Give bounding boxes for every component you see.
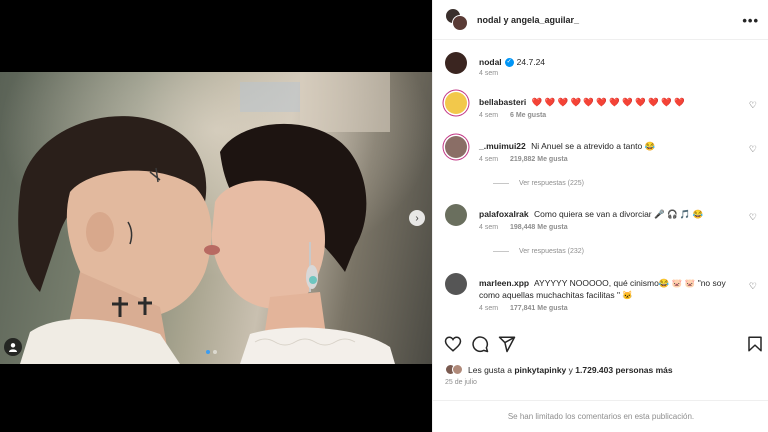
post-authors[interactable]: nodal y angela_aguilar_ — [477, 15, 579, 25]
comment-username[interactable]: palafoxalrak — [479, 209, 529, 219]
bookmark-icon[interactable] — [746, 335, 764, 353]
collab-avatars[interactable] — [445, 7, 469, 32]
avatar[interactable] — [445, 92, 467, 114]
carousel-dot — [213, 350, 217, 354]
likes-others[interactable]: 1.729.403 personas más — [575, 365, 672, 375]
caption: nodal ✓ 24.7.24 4 sem — [445, 52, 763, 82]
comment-icon[interactable] — [471, 335, 489, 353]
more-options-icon[interactable]: ••• — [742, 13, 759, 28]
verified-badge-icon: ✓ — [504, 58, 514, 68]
avatar[interactable] — [445, 273, 467, 295]
comment: marleen.xpp AYYYYY NOOOOO, qué cinismo😂 … — [445, 273, 763, 321]
view-replies-label[interactable]: Ver respuestas (225) — [519, 180, 584, 187]
replies-line — [493, 251, 509, 252]
caption-username[interactable]: nodal — [479, 57, 502, 67]
comments-list[interactable]: nodal ✓ 24.7.24 4 sem bellabasteri ❤️ ❤️ ❤… — [433, 40, 768, 340]
comment-time: 4 sem — [479, 156, 499, 163]
post-date[interactable]: 25 de julio — [445, 379, 477, 386]
post-header: nodal y angela_aguilar_ ••• — [433, 0, 768, 40]
avatar[interactable] — [445, 136, 467, 158]
comment-text: Como quiera se van a divorciar 🎤 🎧 🎵 😂 — [534, 209, 704, 219]
view-replies-label[interactable]: Ver respuestas (232) — [519, 248, 584, 255]
post-sidebar: nodal y angela_aguilar_ ••• nodal ✓ 24.7.2… — [432, 0, 768, 432]
user-icon — [9, 343, 17, 352]
comment-username[interactable]: marleen.xpp — [479, 278, 529, 288]
replies-line — [493, 183, 509, 184]
comment-time: 4 sem — [479, 224, 499, 231]
like-comment-heart-icon[interactable]: ♡ — [749, 144, 757, 155]
avatar[interactable] — [445, 52, 467, 74]
avatar[interactable] — [445, 204, 467, 226]
comment-text: ❤️ ❤️ ❤️ ❤️ ❤️ ❤️ ❤️ ❤️ ❤️ ❤️ ❤️ ❤️ — [531, 97, 685, 107]
avatar — [452, 364, 463, 375]
like-comment-heart-icon[interactable]: ♡ — [749, 100, 757, 111]
heart-icon[interactable] — [444, 335, 462, 353]
likes-connector: y — [568, 364, 573, 375]
comment: palafoxalrak Como quiera se van a divorc… — [445, 204, 763, 258]
view-replies-button[interactable]: Ver respuestas (225) — [493, 180, 584, 187]
like-comment-heart-icon[interactable]: ♡ — [749, 212, 757, 223]
likes-prefix: Les gusta a — [468, 364, 512, 375]
comment: _.muimui22 Ni Anuel se a atrevido a tant… — [445, 136, 763, 190]
chevron-right-icon: › — [415, 212, 419, 224]
caption-text: 24.7.24 — [516, 57, 546, 67]
comment-likes[interactable]: 219,882 Me gusta — [510, 156, 568, 163]
comment-text: Ni Anuel se a atrevido a tanto 😂 — [531, 141, 656, 151]
comment-time: 4 sem — [479, 112, 499, 119]
comment-time: 4 sem — [479, 305, 499, 312]
post-photo — [0, 72, 432, 364]
like-comment-heart-icon[interactable]: ♡ — [749, 281, 757, 292]
carousel-dot-active — [206, 350, 210, 354]
likes-summary: Les gusta a pinkytapinky y 1.729.403 per… — [445, 364, 673, 375]
comment-likes[interactable]: 198,448 Me gusta — [510, 224, 568, 231]
caption-time: 4 sem — [479, 70, 499, 77]
next-slide-button[interactable]: › — [409, 210, 425, 226]
post-media: › — [0, 0, 432, 432]
tagged-users-button[interactable] — [4, 338, 22, 356]
comment-likes[interactable]: 177,841 Me gusta — [510, 305, 568, 312]
likes-user[interactable]: pinkytapinky — [514, 365, 566, 375]
post-actions — [433, 332, 768, 356]
comment-username[interactable]: bellabasteri — [479, 97, 526, 107]
avatar — [452, 14, 468, 31]
comments-limited-notice: Se han limitado los comentarios en esta … — [433, 400, 768, 432]
share-icon[interactable] — [498, 335, 516, 353]
comment-username[interactable]: _.muimui22 — [479, 141, 526, 151]
view-replies-button[interactable]: Ver respuestas (232) — [493, 248, 584, 255]
carousel-indicator — [206, 350, 217, 354]
comment-likes[interactable]: 6 Me gusta — [510, 112, 546, 119]
comment: bellabasteri ❤️ ❤️ ❤️ ❤️ ❤️ ❤️ ❤️ ❤️ ❤️ … — [445, 92, 763, 126]
